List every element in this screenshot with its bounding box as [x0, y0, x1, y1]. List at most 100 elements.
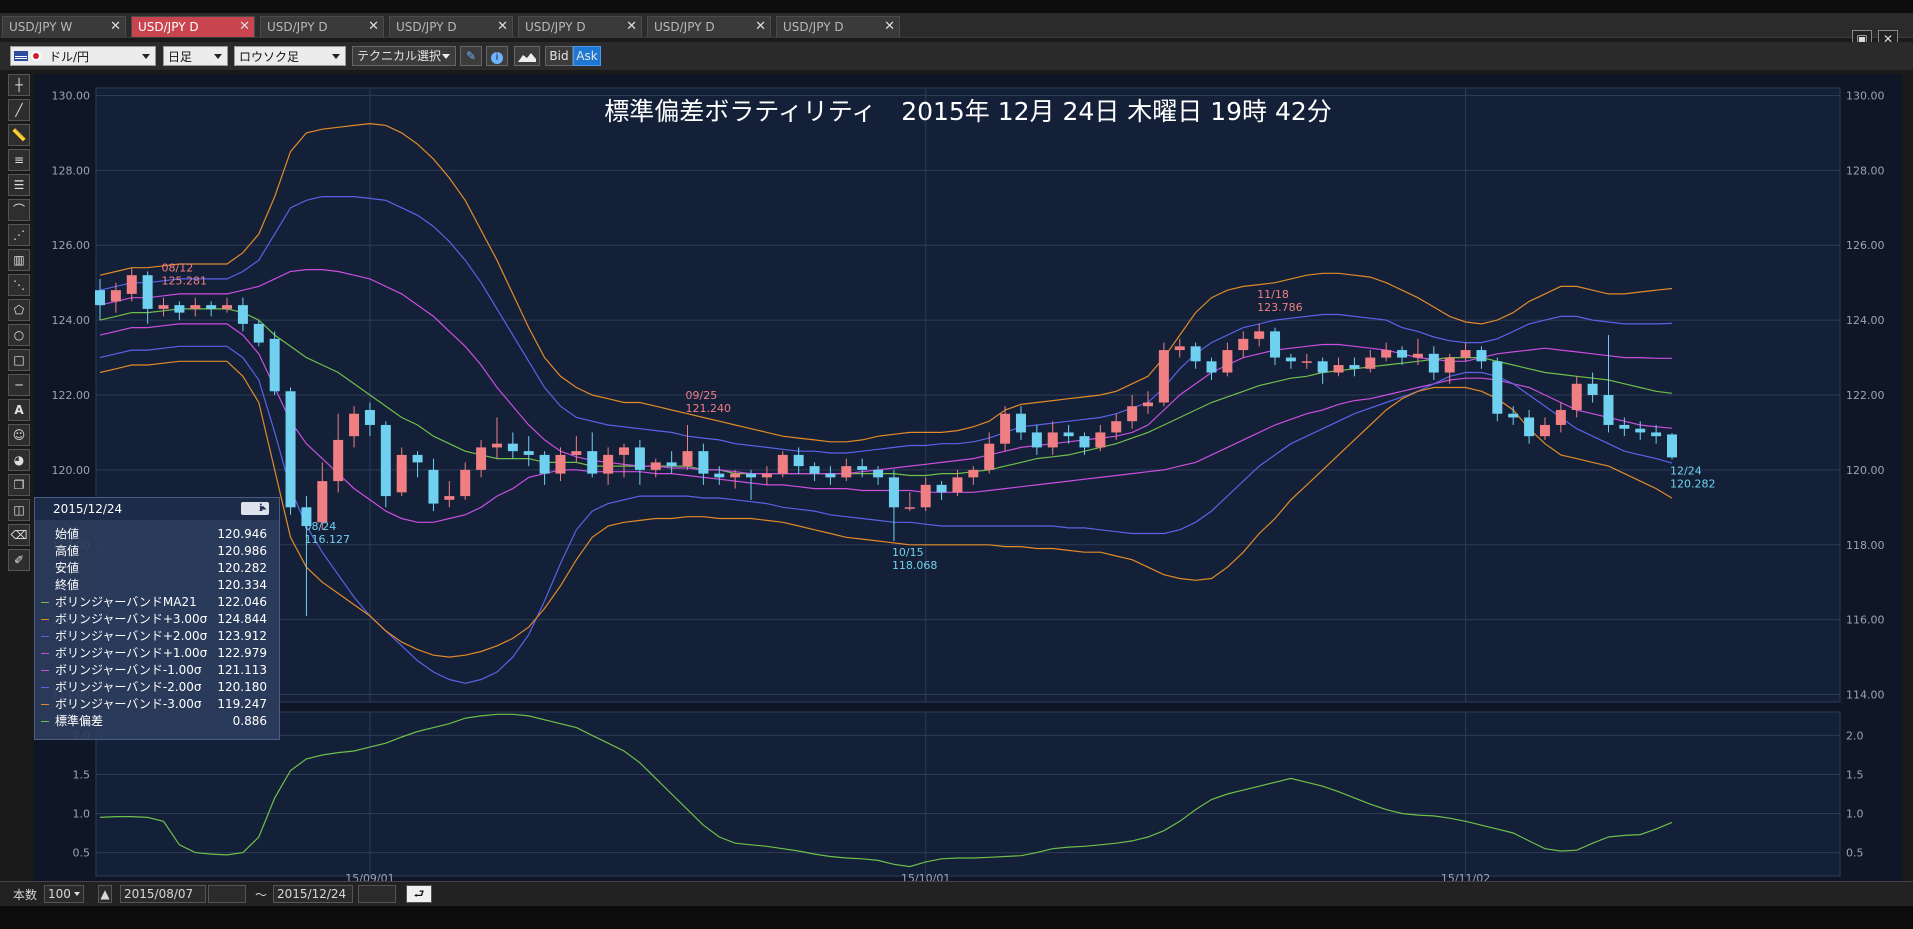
icon-tool[interactable]: ☺: [8, 424, 30, 446]
candle-body: [1381, 350, 1392, 358]
info-row-value: 120.334: [217, 578, 267, 592]
eraser-all-icon: ✐: [13, 553, 25, 567]
ask-button[interactable]: Ask: [573, 46, 601, 66]
candle-body: [460, 469, 471, 497]
end-date-field[interactable]: 2015/12/24: [273, 885, 353, 903]
chart-style-select[interactable]: ロウソク足: [234, 46, 346, 66]
tab-usdjpy-w[interactable]: USD/JPY W ✕: [2, 16, 126, 37]
info-row-label: 高値: [55, 544, 80, 558]
close-icon[interactable]: ✕: [368, 17, 379, 37]
period-select[interactable]: 日足: [163, 46, 228, 66]
gann-tool[interactable]: ⋰: [8, 224, 30, 246]
end-time-field[interactable]: [358, 885, 396, 903]
info-row-value: 0.886: [232, 714, 267, 728]
candle-body: [110, 290, 121, 302]
chart-area[interactable]: 130.00 130.00 128.00 128.00 126.00 126.00 124.…: [34, 74, 1902, 885]
chart-svg[interactable]: 130.00 130.00 128.00 128.00 126.00 126.00 124.…: [34, 74, 1902, 885]
tab-usdjpy-d-4[interactable]: USD/JPY D ✕: [389, 16, 513, 37]
candle-body: [746, 473, 757, 478]
technical-select[interactable]: テクニカル選択: [352, 46, 456, 66]
candle-body: [380, 424, 391, 497]
trendline-tool[interactable]: ╱: [8, 99, 30, 121]
candle-body: [1349, 365, 1360, 369]
period-label: 日足: [168, 50, 193, 64]
chart-title: 標準偏差ボラティリティ 2015年 12月 24日 木曜日 19時 42分: [604, 97, 1332, 126]
circle-tool[interactable]: ○: [8, 324, 30, 346]
pen-button[interactable]: ✎: [460, 46, 482, 66]
tab-label: USD/JPY D: [654, 20, 715, 34]
tab-usdjpy-d-7[interactable]: USD/JPY D ✕: [776, 16, 900, 37]
pentagon-icon: ⬠: [13, 303, 25, 317]
close-icon[interactable]: ✕: [239, 17, 250, 37]
copy-tool[interactable]: ❐: [8, 474, 30, 496]
ruler-tool[interactable]: 📏: [8, 124, 30, 146]
chevron-up-icon: ▲: [100, 887, 110, 901]
tab-usdjpy-d-6[interactable]: USD/JPY D ✕: [647, 16, 771, 37]
count-select[interactable]: 100: [44, 885, 84, 903]
chart-toolbar: ドル/円 日足 ロウソク足 テクニカル選択 ✎ i Bid Ask: [0, 42, 1913, 70]
crosshair-tool[interactable]: ┼: [8, 74, 30, 96]
tab-usdjpy-d-5[interactable]: USD/JPY D ✕: [518, 16, 642, 37]
bottom-status-strip: [0, 906, 1913, 929]
flag-icon: [14, 51, 41, 61]
ruler-icon: 📏: [11, 128, 27, 142]
candle-body: [857, 466, 868, 470]
collapse-icon: ⏶: [259, 503, 267, 514]
candle-body: [1460, 350, 1471, 358]
text-tool[interactable]: A: [8, 399, 30, 421]
vertical-lines-tool[interactable]: ▥: [8, 249, 30, 271]
close-icon[interactable]: ✕: [884, 17, 895, 37]
candle-body: [793, 454, 804, 467]
paint-tool[interactable]: ◕: [8, 449, 30, 471]
info-button[interactable]: i: [486, 46, 508, 66]
candle-body: [1651, 432, 1662, 437]
ask-label: Ask: [576, 49, 598, 63]
start-date: 2015/08/07: [124, 887, 194, 901]
apply-button[interactable]: ⮐: [406, 885, 432, 903]
return-icon: ⮐: [413, 887, 425, 901]
eraser-tool[interactable]: ⌫: [8, 524, 30, 546]
bid-button[interactable]: Bid: [545, 46, 573, 66]
candle-body: [1317, 361, 1328, 373]
close-icon[interactable]: ✕: [755, 17, 766, 37]
fibonacci-tool[interactable]: ⌒: [8, 199, 30, 221]
eraser-all-tool[interactable]: ✐: [8, 549, 30, 571]
candle-body: [1015, 413, 1026, 433]
y-tick-left: 128.00: [52, 164, 91, 177]
pitchfork-tool[interactable]: ⋱: [8, 274, 30, 296]
candle-body: [761, 473, 772, 478]
pentagon-tool[interactable]: ⬠: [8, 299, 30, 321]
info-row-label: ボリンジャーバンド+2.00σ: [55, 629, 208, 643]
close-icon[interactable]: ✕: [110, 17, 121, 37]
candle-body: [1270, 331, 1281, 358]
close-icon[interactable]: ✕: [497, 17, 508, 37]
area-chart-button[interactable]: [514, 46, 540, 66]
candle-body: [1047, 432, 1058, 448]
info-row-label: ボリンジャーバンド-1.00σ: [55, 663, 202, 677]
layers-tool[interactable]: ◫: [8, 499, 30, 521]
info-icon: i: [491, 52, 503, 64]
rectangle-tool[interactable]: □: [8, 349, 30, 371]
info-row-label: 標準偏差: [55, 714, 104, 728]
tab-usdjpy-d-3[interactable]: USD/JPY D ✕: [260, 16, 384, 37]
mountain-icon: [518, 53, 536, 62]
start-time-field[interactable]: [208, 885, 246, 903]
close-icon[interactable]: ✕: [626, 17, 637, 37]
end-date: 2015/12/24: [277, 887, 347, 901]
parallel-lines-tool[interactable]: ≡: [8, 149, 30, 171]
x-tick-label: 15/10/01: [901, 872, 950, 881]
candle-body: [1397, 350, 1408, 358]
start-date-field[interactable]: 2015/08/07: [120, 885, 206, 903]
currency-select[interactable]: ドル/円: [10, 46, 156, 66]
candle-body: [285, 391, 296, 508]
annotation-price: 120.282: [1670, 477, 1716, 490]
horizontal-lines-tool[interactable]: ☰: [8, 174, 30, 196]
y-tick-left: 126.00: [52, 239, 91, 252]
horizontal-line-tool[interactable]: ─: [8, 374, 30, 396]
info-panel-toggle[interactable]: ℹ ⏶: [241, 502, 269, 515]
candle-body: [1619, 424, 1630, 429]
annotation-date: 08/24: [305, 520, 337, 533]
candle-body: [1428, 353, 1439, 373]
count-up-button[interactable]: ▲: [98, 885, 112, 903]
tab-usdjpy-d-active[interactable]: USD/JPY D ✕: [131, 16, 255, 37]
